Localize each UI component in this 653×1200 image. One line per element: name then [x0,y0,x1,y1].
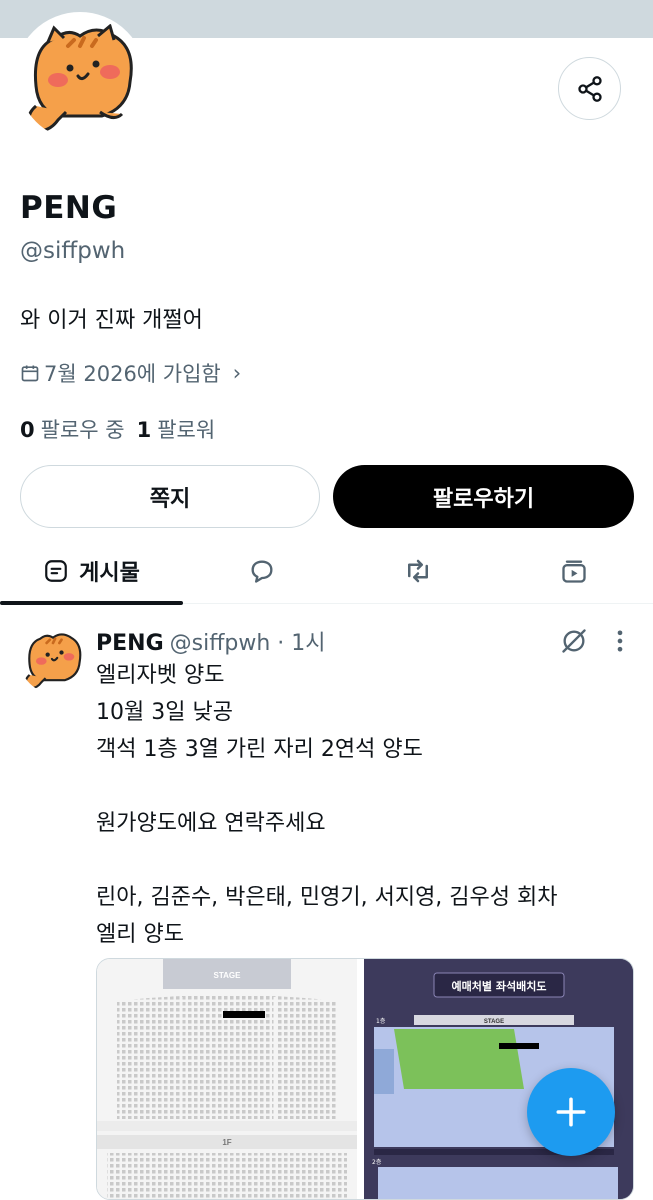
seat-map-image-1[interactable]: STAGE 1F [97,959,357,1199]
joined-date[interactable]: 7월 2026에 가입함 › [20,358,241,388]
plus-icon [556,1097,586,1127]
post-line [96,842,641,879]
tab-reposts[interactable] [378,538,458,604]
chevron-right-icon: › [232,361,242,385]
post-line: 10월 3일 낮공 [96,700,233,725]
following-link[interactable]: 0 팔로우 중 [20,414,125,444]
calendar-icon [21,365,39,382]
profile-handle: @siffpwh [20,238,126,264]
post-line: 객석 1층 3열 가린 자리 2연석 양도 [96,737,423,762]
tab-replies[interactable] [222,538,302,604]
joined-label: 7월 2026에 가입함 [44,362,221,386]
posts-icon [45,560,67,582]
post-avatar[interactable] [20,627,86,693]
image1-floor-label: 1F [222,1138,231,1147]
image1-stage-label: STAGE [214,971,242,980]
image2-floor2-label: 2층 [372,1158,382,1166]
tab-posts-label: 게시물 [79,561,140,586]
cat-avatar-image [24,633,82,690]
post-line [96,768,641,805]
profile-avatar[interactable] [14,12,146,144]
more-icon[interactable] [610,627,630,659]
share-button[interactable] [558,57,621,120]
post-line: 엘리자벳 양도 [96,663,225,688]
follow-button[interactable]: 팔로우하기 [333,465,634,528]
compose-button[interactable] [527,1068,615,1156]
tab-posts[interactable]: 게시물 [0,538,183,605]
followers-link[interactable]: 1 팔로워 [137,414,216,444]
follow-stats: 0 팔로우 중 1 팔로워 [20,414,215,444]
grok-icon[interactable] [560,627,588,659]
share-icon [577,75,602,102]
following-label: 팔로우 중 [40,418,125,442]
post-author-name[interactable]: PENG [96,631,164,656]
profile-bio: 와 이거 진짜 개쩔어 [20,308,203,333]
tab-media[interactable] [534,538,614,604]
message-button[interactable]: 쪽지 [20,465,320,528]
image2-stage-label: STAGE [484,1019,504,1025]
post-body: 엘리자벳 양도 10월 3일 낮공 객석 1층 3열 가린 자리 2연석 양도 … [96,657,641,953]
post-header: PENG @siffpwh · 1시 [96,625,325,657]
image2-title: 예매처별 좌석배치도 [452,979,547,993]
post-line: 엘리 양도 [96,922,184,947]
followers-count: 1 [136,418,152,442]
profile-tabs: 게시물 [0,538,653,605]
media-icon [562,560,586,583]
profile-name: PENG [20,190,118,226]
cat-avatar-image [18,16,142,140]
repost-icon [408,559,428,583]
post-line: 원가양도에요 연락주세요 [96,811,326,836]
reply-icon [251,560,273,583]
followers-label: 팔로워 [157,418,216,442]
post-line: 린아, 김준수, 박은태, 민영기, 서지영, 김우성 회차 [96,885,558,910]
image2-floor1-label: 1층 [376,1017,386,1025]
following-count: 0 [20,418,35,442]
post-author-meta[interactable]: @siffpwh · 1시 [170,625,326,657]
